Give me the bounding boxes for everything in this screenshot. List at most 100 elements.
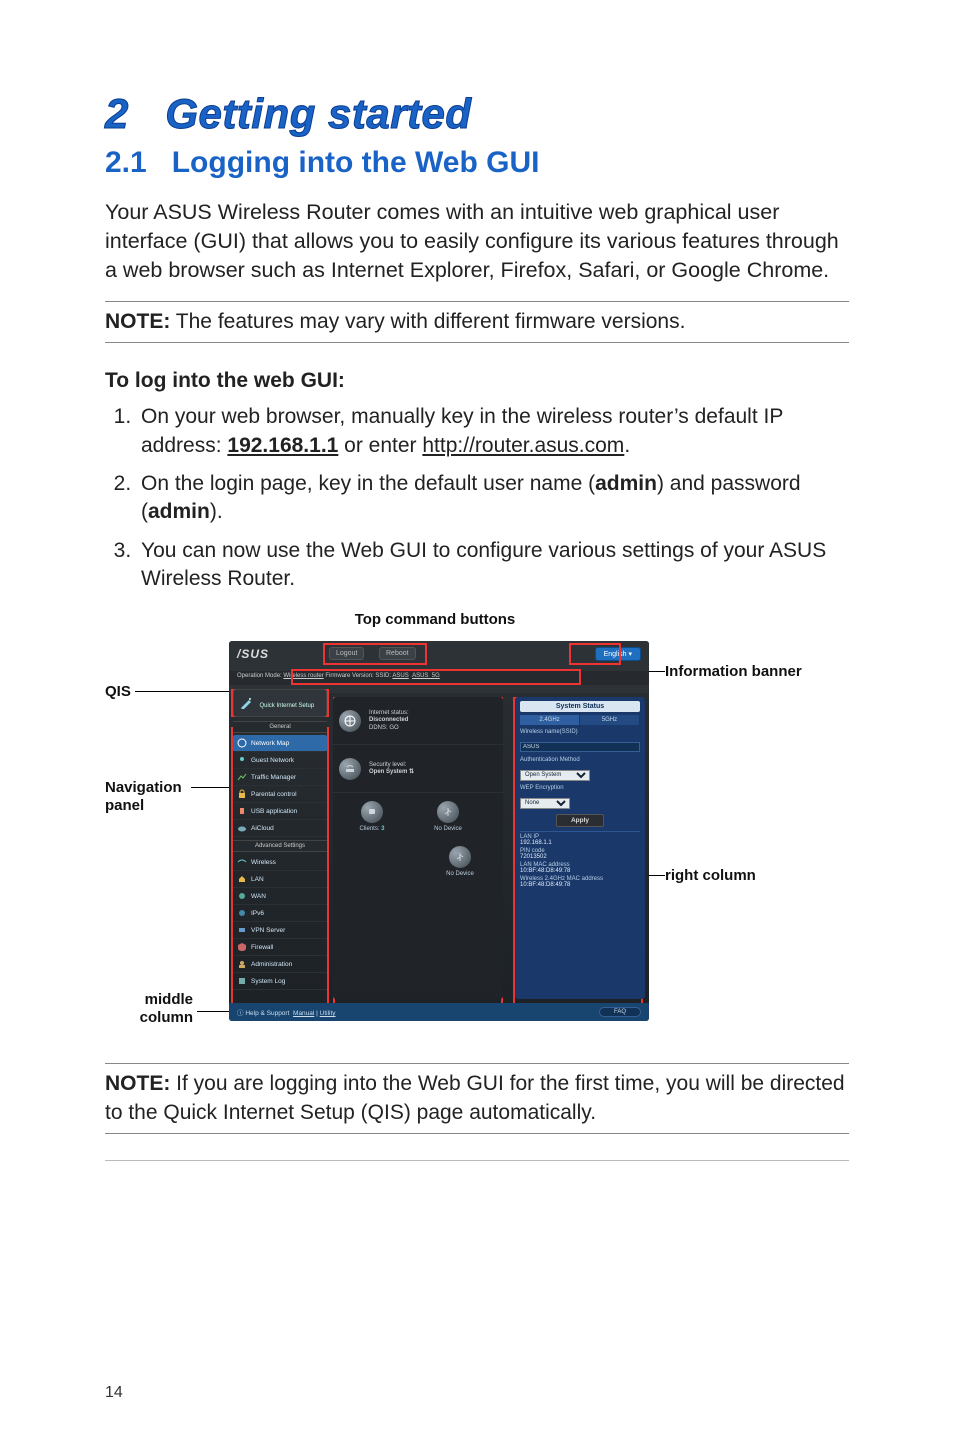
callout-right-column-label: right column [665, 867, 756, 884]
callout-qis: QIS [105, 683, 131, 701]
ip-icon [237, 908, 247, 918]
globe-icon [237, 891, 247, 901]
section-name: Logging into the Web GUI [172, 146, 540, 179]
globe-icon [237, 738, 247, 748]
tab-2-4ghz[interactable]: 2.4GHz [520, 715, 580, 725]
manual-link[interactable]: Manual [293, 1010, 314, 1017]
apply-button[interactable]: Apply [556, 814, 604, 827]
note-text: The features may vary with different fir… [176, 310, 686, 333]
callout-qis-label: QIS [105, 683, 131, 700]
callout-nav-panel-a: Navigation [105, 779, 182, 796]
callout-middle-a: middle [145, 991, 193, 1008]
qis-button[interactable]: Quick Internet Setup [233, 689, 327, 717]
callout-info-banner: Information banner [665, 663, 802, 681]
note-box-1: NOTE: The features may vary with differe… [105, 301, 849, 343]
lan-info-section: LAN IP 192.168.1.1 PIN code 72013502 LAN… [520, 831, 640, 888]
sidebar-item-aicloud[interactable]: AiCloud [233, 820, 327, 837]
sidebar-item-wireless[interactable]: Wireless [233, 854, 327, 871]
gui-middle-column: Internet status: Disconnected DDNS: GO S… [333, 697, 503, 999]
pin-value: 72013502 [520, 854, 640, 860]
adv-label-2: WAN [251, 893, 266, 900]
faq-button[interactable]: FAQ [599, 1007, 641, 1017]
clients-label: Clients: [359, 826, 379, 832]
admin-icon [237, 959, 247, 969]
asus-logo: /SUS [237, 647, 269, 661]
chapter-name: Getting started [165, 90, 471, 137]
qis-label: Quick Internet Setup [259, 703, 314, 709]
nav-label-0: Network Map [251, 740, 289, 747]
shield-icon [237, 942, 247, 952]
usb-icon [237, 806, 247, 816]
highlight-language [569, 643, 621, 665]
adv-label-7: System Log [251, 978, 285, 985]
sidebar-item-usb-application[interactable]: USB application [233, 803, 327, 820]
sidebar-item-ipv6[interactable]: IPv6 [233, 905, 327, 922]
utility-link[interactable]: Utility [320, 1010, 336, 1017]
sidebar-item-network-map[interactable]: Network Map [233, 735, 327, 752]
globe-icon [339, 710, 361, 732]
wand-icon [240, 697, 252, 709]
status-label: Internet status: [369, 710, 409, 716]
cloud-icon [237, 823, 247, 833]
usb-plug-icon [437, 801, 459, 823]
security-level-text: Security level: Open System ⇅ [369, 762, 414, 776]
usb-tile-1[interactable]: No Device [419, 801, 477, 832]
gui-left-column: Quick Internet Setup General Network Map… [233, 689, 327, 999]
callout-top-command: Top command buttons [335, 611, 535, 629]
sidebar-item-firewall[interactable]: Firewall [233, 939, 327, 956]
procedure-heading: To log into the web GUI: [105, 369, 849, 393]
note-text-2: If you are logging into the Web GUI for … [105, 1072, 845, 1123]
help-support-label: Help & Support [245, 1010, 289, 1017]
callout-nav-panel: Navigation panel [105, 779, 182, 815]
no-device-2: No Device [431, 871, 489, 877]
usb-plug-icon [449, 846, 471, 868]
chapter-title: 2 Getting started [105, 90, 849, 138]
gui-diagram: Top command buttons QIS Information bann… [105, 611, 825, 1041]
gui-right-column: System Status 2.4GHz 5GHz Wireless name(… [515, 697, 645, 999]
sidebar-item-guest-network[interactable]: Guest Network [233, 752, 327, 769]
step-1-text-c: . [624, 434, 630, 457]
no-device-1: No Device [419, 826, 477, 832]
sidebar-item-lan[interactable]: LAN [233, 871, 327, 888]
sidebar-item-system-log[interactable]: System Log [233, 973, 327, 990]
ssid-input[interactable] [520, 742, 640, 752]
page-number: 14 [105, 1384, 123, 1402]
nav-label-1: Guest Network [251, 757, 294, 764]
nav-label-4: USB application [251, 808, 297, 815]
log-icon [237, 976, 247, 986]
nav-label-2: Traffic Manager [251, 774, 296, 781]
callout-middle-b: column [140, 1009, 193, 1026]
step-2: On the login page, key in the default us… [137, 470, 849, 527]
step-3: You can now use the Web GUI to configure… [137, 537, 849, 594]
tab-5ghz[interactable]: 5GHz [580, 715, 640, 725]
highlight-info-banner [291, 669, 581, 685]
usb-tile-2[interactable]: No Device [431, 846, 489, 877]
default-ip: 192.168.1.1 [227, 434, 338, 457]
router-icon [339, 758, 361, 780]
section-number: 2.1 [105, 146, 147, 179]
adv-label-6: Administration [251, 961, 292, 968]
chapter-number: 2 [105, 90, 129, 137]
users-icon [237, 755, 247, 765]
sidebar-item-vpn-server[interactable]: VPN Server [233, 922, 327, 939]
security-level-row[interactable]: Security level: Open System ⇅ [333, 745, 503, 793]
internet-status-row[interactable]: Internet status: Disconnected DDNS: GO [333, 697, 503, 745]
default-password: admin [148, 500, 210, 523]
wep-select[interactable]: None [520, 798, 570, 809]
ddns-value: DDNS: GO [369, 725, 399, 731]
clients-tile[interactable]: Clients: 3 [343, 801, 401, 832]
callout-middle-column: middle column [135, 991, 193, 1027]
highlight-top-buttons [323, 643, 427, 665]
status-value: Disconnected [369, 717, 408, 723]
auth-select[interactable]: Open System [520, 770, 590, 781]
mid-tiles-row: Clients: 3 No Device [333, 793, 503, 840]
section-title: 2.1 Logging into the Web GUI [105, 146, 849, 180]
footer-rule [105, 1160, 849, 1161]
sidebar-item-traffic-manager[interactable]: Traffic Manager [233, 769, 327, 786]
w24-mac-value: 10:BF:48:D8:49:78 [520, 882, 640, 888]
sidebar-item-wan[interactable]: WAN [233, 888, 327, 905]
gui-footer: ⓘ Help & Support Manual | Utility FAQ [229, 1003, 649, 1021]
sidebar-item-parental-control[interactable]: Parental control [233, 786, 327, 803]
sec-label: Security level: [369, 762, 406, 768]
sidebar-item-administration[interactable]: Administration [233, 956, 327, 973]
